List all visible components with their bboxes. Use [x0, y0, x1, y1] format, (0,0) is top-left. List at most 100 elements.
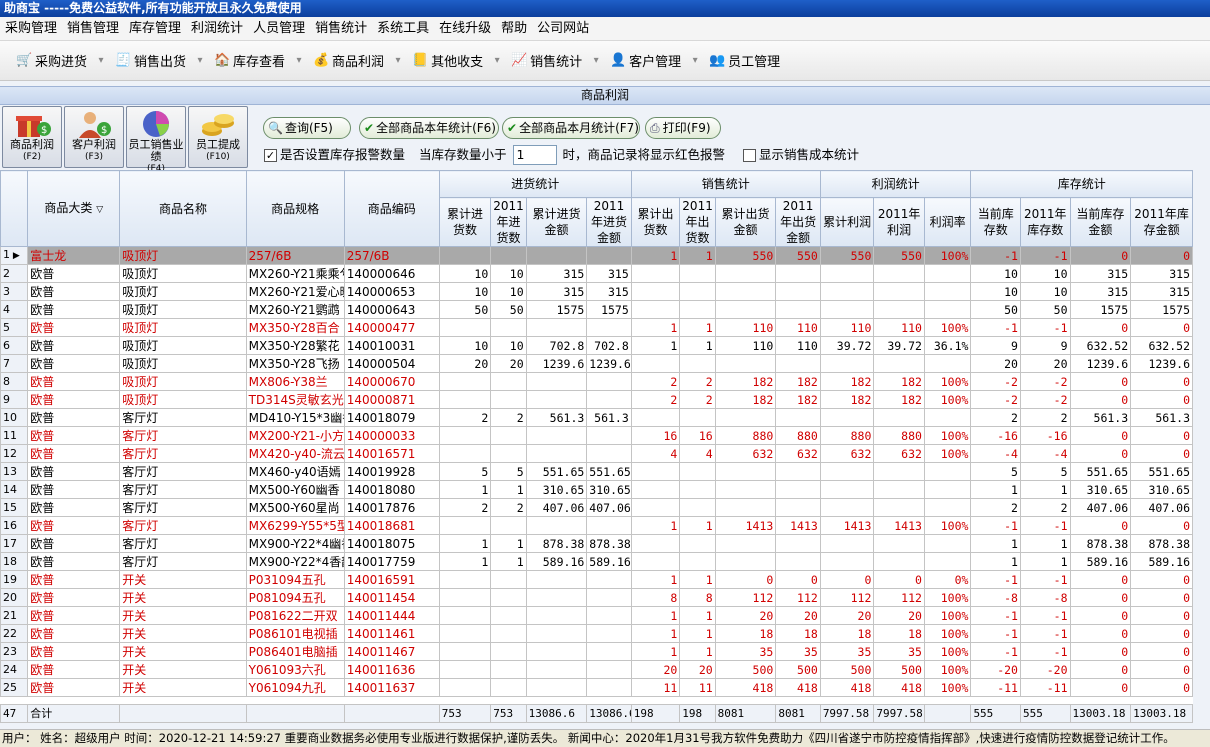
table-row[interactable]: 13 欧普 客厅灯 MX460-y40语嫣 140019928 5 5 551.65 551.6…: [0, 462, 1193, 481]
staff-sales-button[interactable]: 员工销售业绩 (F4): [126, 106, 186, 174]
dropdown-arrow-icon[interactable]: ▾: [685, 47, 705, 75]
table-row[interactable]: 18 欧普 客厅灯 MX900-Y22*4香韵 140017759 1 1 589.16 589…: [0, 552, 1193, 571]
purchase-amount-header[interactable]: 累计进货金额: [525, 197, 588, 247]
table-row[interactable]: 15 欧普 客厅灯 MX500-Y60星尚 140017876 2 2 407.06 407.0…: [0, 498, 1193, 517]
stock-year-amount-header[interactable]: 2011年库存金额: [1130, 197, 1193, 247]
table-row[interactable]: 8 欧普 吸顶灯 MX806-Y38兰 140000670 2 2 182 182 182 182 1…: [0, 372, 1193, 391]
row-number[interactable]: 2: [0, 264, 29, 283]
table-row[interactable]: 7 欧普 吸顶灯 MX350-Y28飞扬 140000504 20 20 1239.6 1239…: [0, 354, 1193, 373]
menu-item[interactable]: 库存管理: [124, 17, 186, 41]
menu-item[interactable]: 帮助: [496, 17, 532, 41]
row-number[interactable]: 8: [0, 372, 29, 391]
dropdown-arrow-icon[interactable]: ▾: [91, 47, 111, 75]
row-number[interactable]: 19: [0, 570, 29, 589]
row-number[interactable]: 23: [0, 642, 29, 661]
row-number[interactable]: 16: [0, 516, 29, 535]
table-row[interactable]: 3 欧普 吸顶灯 MX260-Y21爱心暖 140000653 10 10 315 315 10 1…: [0, 282, 1193, 301]
product-profit-button[interactable]: $ 商品利润 (F2): [2, 106, 62, 168]
table-row[interactable]: 21 欧普 开关 P081622二开双 140011444 1 1 20 20 20 20 100% -…: [0, 606, 1193, 625]
toolbar-button[interactable]: 👥 员工管理: [705, 47, 784, 75]
purchase-year-qty-header[interactable]: 2011年进货数: [490, 197, 527, 247]
menu-item[interactable]: 采购管理: [0, 17, 62, 41]
row-number[interactable]: 3: [0, 282, 29, 301]
code-header[interactable]: 商品编码: [343, 170, 440, 247]
table-row[interactable]: 20 欧普 开关 P081094五孔 140011454 8 8 112 112 112 112 10…: [0, 588, 1193, 607]
stock-qty-header[interactable]: 当前库存数: [970, 197, 1021, 247]
purchase-year-amount-header[interactable]: 2011年进货金额: [586, 197, 632, 247]
sales-amount-header[interactable]: 累计出货金额: [714, 197, 777, 247]
row-number[interactable]: 7: [0, 354, 29, 373]
table-row[interactable]: 6 欧普 吸顶灯 MX350-Y28繁花 140010031 10 10 702.8 702.8…: [0, 336, 1193, 355]
dropdown-arrow-icon[interactable]: ▾: [586, 47, 606, 75]
row-number[interactable]: 5: [0, 318, 29, 337]
table-row[interactable]: 9 欧普 吸顶灯 TD314S灵敏玄光 140000871 2 2 182 182 182 182 1…: [0, 390, 1193, 409]
toolbar-button[interactable]: 🧾 销售出货: [111, 47, 190, 75]
stock-amount-header[interactable]: 当前库存金额: [1069, 197, 1132, 247]
stock-threshold-input[interactable]: 1: [512, 145, 557, 165]
month-stats-button[interactable]: ✔ 全部商品本月统计(F7): [502, 117, 640, 139]
table-row[interactable]: 24 欧普 开关 Y061093六孔 140011636 20 20 500 500 500 500…: [0, 660, 1193, 679]
sales-year-amount-header[interactable]: 2011年出货金额: [775, 197, 821, 247]
menu-item[interactable]: 销售统计: [310, 17, 372, 41]
dropdown-arrow-icon[interactable]: ▾: [289, 47, 309, 75]
row-number[interactable]: 21: [0, 606, 29, 625]
row-number[interactable]: 10: [0, 408, 29, 427]
menu-item[interactable]: 销售管理: [62, 17, 124, 41]
row-number[interactable]: 12: [0, 444, 29, 463]
sales-qty-header[interactable]: 累计出货数: [630, 197, 681, 247]
table-row[interactable]: 14 欧普 客厅灯 MX500-Y60幽香 140018080 1 1 310.65 310.6…: [0, 480, 1193, 499]
show-cost-checkbox[interactable]: [743, 148, 757, 162]
staff-commission-button[interactable]: 员工提成 (F10): [188, 106, 248, 168]
row-number[interactable]: 11: [0, 426, 29, 445]
spec-header[interactable]: 商品规格: [245, 170, 345, 247]
table-row[interactable]: 19 欧普 开关 P031094五孔 140016591 1 1 0 0 0 0 0% -1 -1 0 0: [0, 570, 1193, 589]
table-row[interactable]: 10 欧普 客厅灯 MD410-Y15*3幽香 140018079 2 2 561.3 561.…: [0, 408, 1193, 427]
row-number[interactable]: 14: [0, 480, 29, 499]
row-number[interactable]: 9: [0, 390, 29, 409]
table-row[interactable]: 11 欧普 客厅灯 MX200-Y21-小方 140000033 16 16 880 880 88…: [0, 426, 1193, 445]
menu-item[interactable]: 在线升级: [434, 17, 496, 41]
row-number[interactable]: 18: [0, 552, 29, 571]
profit-year-header[interactable]: 2011年利润: [873, 197, 925, 247]
table-row[interactable]: 25 欧普 开关 Y061094九孔 140011637 11 11 418 418 418 418…: [0, 678, 1193, 697]
customer-profit-button[interactable]: $ 客户利润 (F3): [64, 106, 124, 168]
toolbar-button[interactable]: 📒 其他收支: [408, 47, 487, 75]
dropdown-arrow-icon[interactable]: ▾: [388, 47, 408, 75]
sales-year-qty-header[interactable]: 2011年出货数: [679, 197, 716, 247]
year-stats-button[interactable]: ✔ 全部商品本年统计(F6): [359, 117, 499, 139]
name-header[interactable]: 商品名称: [119, 170, 247, 247]
query-button[interactable]: 🔍 查询(F5): [263, 117, 351, 139]
row-number[interactable]: 4: [0, 300, 29, 319]
table-row[interactable]: 17 欧普 客厅灯 MX900-Y22*4幽香 140018075 1 1 878.38 878…: [0, 534, 1193, 553]
table-row[interactable]: 5 欧普 吸顶灯 MX350-Y28百合 140000477 1 1 110 110 110 110…: [0, 318, 1193, 337]
dropdown-arrow-icon[interactable]: ▾: [190, 47, 210, 75]
toolbar-button[interactable]: 🏠 库存查看: [210, 47, 289, 75]
table-row[interactable]: 16 欧普 客厅灯 MX6299-Y55*5型 140018681 1 1 1413 1413 1…: [0, 516, 1193, 535]
row-number[interactable]: 24: [0, 660, 29, 679]
menu-item[interactable]: 系统工具: [372, 17, 434, 41]
margin-header[interactable]: 利润率: [923, 197, 972, 247]
row-number[interactable]: 20: [0, 588, 29, 607]
row-number[interactable]: 1 ▶: [0, 246, 29, 265]
category-header[interactable]: 商品大类 ▽: [27, 170, 121, 247]
menu-item[interactable]: 人员管理: [248, 17, 310, 41]
row-number[interactable]: 13: [0, 462, 29, 481]
row-number[interactable]: 6: [0, 336, 29, 355]
stock-year-qty-header[interactable]: 2011年库存数: [1019, 197, 1071, 247]
print-button[interactable]: ⎙ 打印(F9): [645, 117, 721, 139]
table-row[interactable]: 12 欧普 客厅灯 MX420-y40-流云 140016571 4 4 632 632 632 6…: [0, 444, 1193, 463]
profit-header[interactable]: 累计利润: [819, 197, 875, 247]
row-number[interactable]: 17: [0, 534, 29, 553]
purchase-qty-header[interactable]: 累计进货数: [438, 197, 492, 247]
row-number[interactable]: 22: [0, 624, 29, 643]
row-number[interactable]: 15: [0, 498, 29, 517]
toolbar-button[interactable]: 👤 客户管理: [606, 47, 685, 75]
table-row[interactable]: 22 欧普 开关 P086101电视插 140011461 1 1 18 18 18 18 100% -…: [0, 624, 1193, 643]
menu-item[interactable]: 利润统计: [186, 17, 248, 41]
alert-checkbox[interactable]: ✓: [264, 148, 277, 162]
toolbar-button[interactable]: 💰 商品利润: [309, 47, 388, 75]
menu-item[interactable]: 公司网站: [532, 17, 594, 41]
row-number[interactable]: 25: [0, 678, 29, 697]
toolbar-button[interactable]: 📈 销售统计: [507, 47, 586, 75]
table-row[interactable]: 4 欧普 吸顶灯 MX260-Y21鹦鹉 140000643 50 50 1575 1575 50…: [0, 300, 1193, 319]
